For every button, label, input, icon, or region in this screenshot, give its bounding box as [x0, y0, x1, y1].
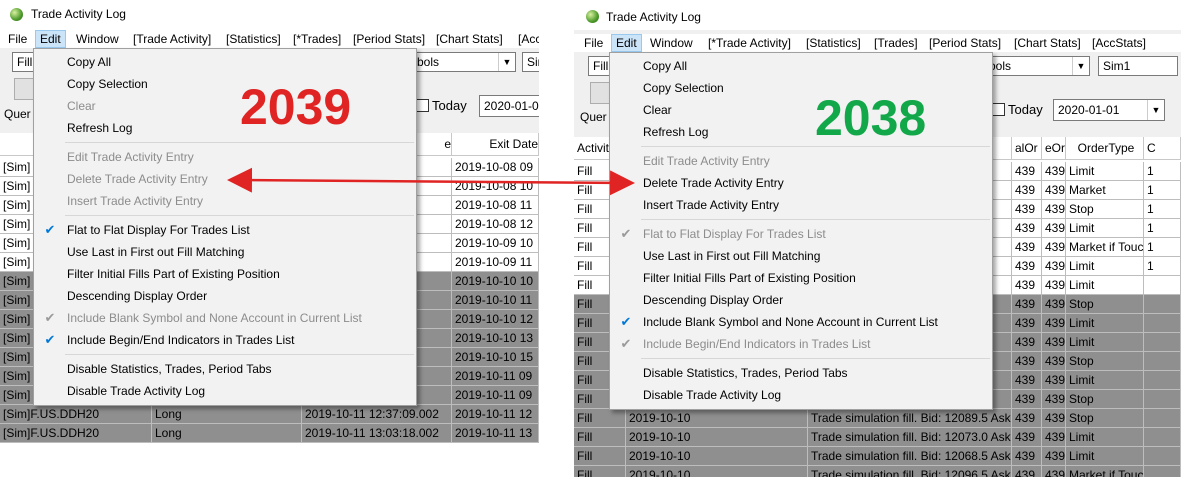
- double-arrow: [227, 167, 635, 196]
- comparison-arrow: [227, 167, 635, 196]
